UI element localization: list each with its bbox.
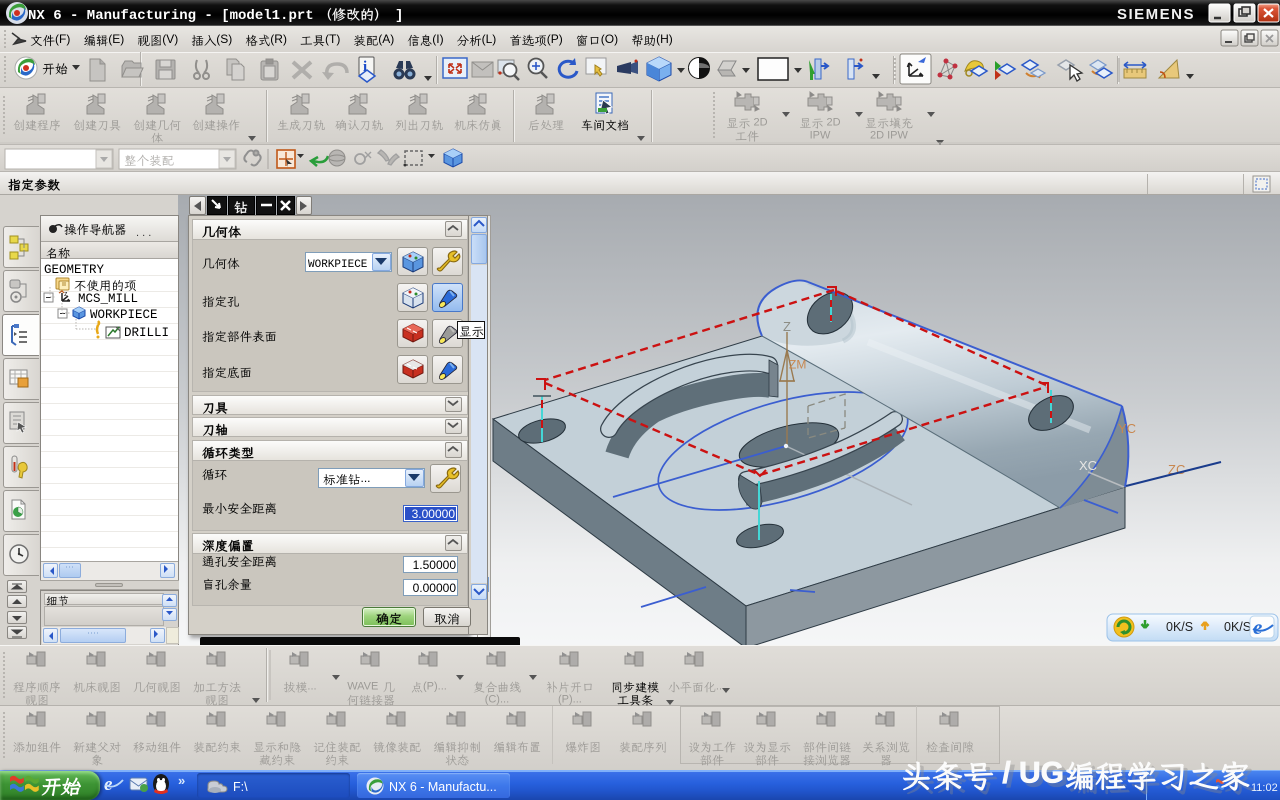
svg-text:. . .: . . .: [136, 227, 151, 239]
svg-text:(F): (F): [55, 32, 70, 46]
svg-text:IPW: IPW: [810, 130, 831, 142]
svg-text:]: ]: [395, 8, 403, 24]
svg-text:(C)...: (C)...: [485, 694, 509, 706]
svg-text:2D: 2D: [823, 117, 840, 129]
svg-text:(R): (R): [270, 32, 287, 46]
svg-text:z: z: [64, 291, 68, 298]
svg-text:(V): (V): [162, 32, 178, 46]
svg-text:MCS_MILL: MCS_MILL: [78, 292, 138, 306]
svg-text:NX 6 - Manufacturing - [model1: NX 6 - Manufacturing - [model1.prt: [28, 8, 314, 24]
svg-text:(O): (O): [601, 32, 618, 46]
svg-text:(I): (I): [432, 32, 443, 46]
svg-text:..: ..: [716, 681, 722, 693]
svg-text:(H): (H): [656, 32, 673, 46]
svg-text:YC: YC: [1118, 421, 1136, 436]
svg-text:SIEMENS: SIEMENS: [1117, 6, 1195, 23]
svg-text:WORKPIECE: WORKPIECE: [90, 308, 158, 322]
svg-text:(P): (P): [547, 32, 563, 46]
svg-text:2D IPW: 2D IPW: [870, 130, 909, 142]
svg-text:/ UG: / UG: [994, 756, 1064, 789]
svg-text:NX 6 - Manufactu...: NX 6 - Manufactu...: [389, 780, 497, 794]
svg-text:(L): (L): [482, 32, 497, 46]
svg-text:(P)...: (P)...: [558, 694, 582, 706]
svg-text:DRILLI: DRILLI: [124, 326, 169, 340]
svg-text:XC: XC: [1079, 458, 1097, 473]
svg-text:0K/S: 0K/S: [1224, 620, 1251, 634]
svg-text:GEOMETRY: GEOMETRY: [44, 263, 105, 277]
svg-text:Z: Z: [783, 319, 791, 334]
svg-text:...: ...: [307, 681, 316, 693]
svg-text:(E): (E): [108, 32, 124, 46]
svg-text:0.00000: 0.00000: [413, 581, 457, 595]
svg-text:WORKPIECE: WORKPIECE: [308, 259, 368, 271]
svg-text:ZM: ZM: [789, 357, 806, 371]
svg-text:(T): (T): [325, 32, 340, 46]
svg-text:11:02: 11:02: [1251, 782, 1278, 794]
svg-text:e: e: [1253, 615, 1262, 639]
svg-text:(S): (S): [216, 32, 232, 46]
svg-text:F:\: F:\: [233, 780, 248, 794]
svg-text:»: »: [178, 773, 185, 788]
svg-text:2D: 2D: [750, 117, 767, 129]
svg-text:(P)...: (P)...: [423, 681, 447, 693]
svg-text:3.00000: 3.00000: [412, 507, 456, 521]
svg-text:1.50000: 1.50000: [413, 558, 457, 572]
svg-text:...: ...: [361, 471, 371, 485]
svg-text:(A): (A): [378, 32, 394, 46]
svg-text:WAVE: WAVE: [347, 681, 381, 693]
svg-text:0K/S: 0K/S: [1166, 620, 1193, 634]
